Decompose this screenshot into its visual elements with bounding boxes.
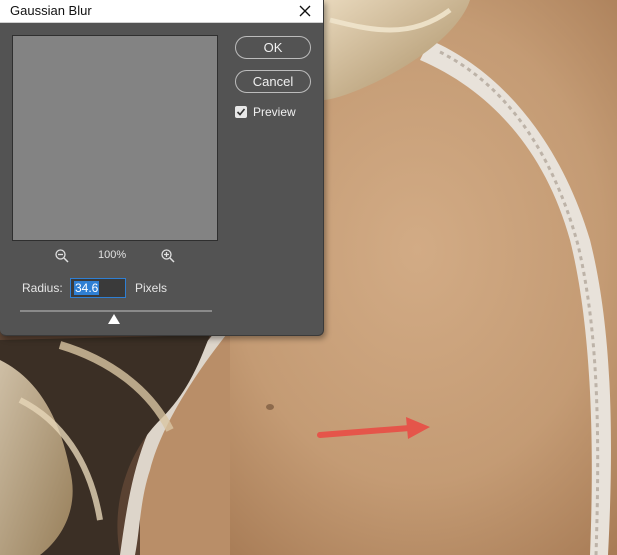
zoom-in-icon (161, 249, 175, 263)
dialog-title: Gaussian Blur (10, 3, 92, 18)
gaussian-blur-dialog: Gaussian Blur 100% OK Cancel Preview Rad… (0, 0, 324, 336)
ok-button[interactable]: OK (235, 36, 311, 59)
zoom-controls: 100% (12, 248, 218, 266)
zoom-out-button[interactable] (54, 248, 72, 266)
radius-label: Radius: (22, 281, 63, 295)
cancel-button[interactable]: Cancel (235, 70, 311, 93)
preview-checkbox[interactable]: Preview (235, 105, 296, 119)
dialog-titlebar[interactable]: Gaussian Blur (0, 0, 323, 23)
radius-unit-label: Pixels (135, 281, 168, 295)
radius-slider-track[interactable] (20, 310, 212, 312)
radius-value: 34.6 (74, 281, 100, 295)
zoom-out-icon (55, 249, 69, 263)
preview-checkbox-box[interactable] (235, 106, 247, 118)
radius-input[interactable]: 34.6 (70, 278, 126, 298)
radius-row: Radius: 34.6 Pixels (22, 278, 242, 298)
checkmark-icon (236, 108, 246, 116)
preview-label: Preview (253, 105, 296, 119)
radius-slider-thumb[interactable] (108, 314, 121, 324)
photoshop-workspace: Gaussian Blur 100% OK Cancel Preview Rad… (0, 0, 617, 555)
zoom-level: 100% (98, 249, 127, 261)
close-button[interactable] (295, 1, 315, 21)
close-icon (299, 5, 311, 17)
preview-window[interactable] (12, 35, 218, 241)
zoom-in-button[interactable] (160, 248, 178, 266)
